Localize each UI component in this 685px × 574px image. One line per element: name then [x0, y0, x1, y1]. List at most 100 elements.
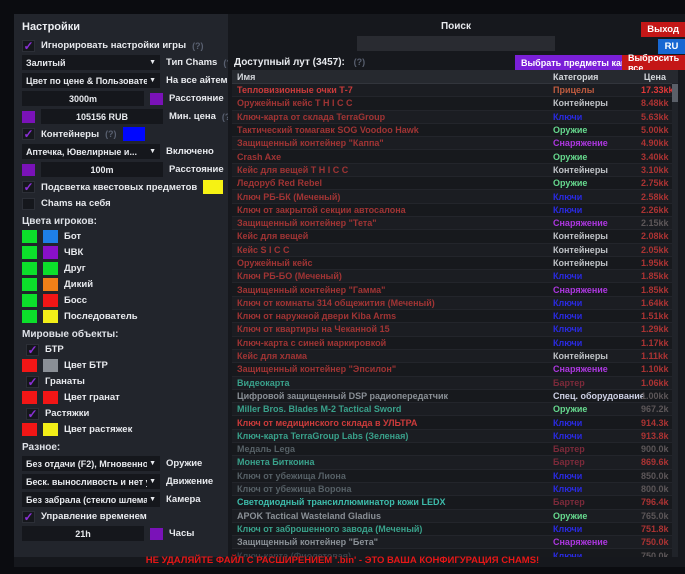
- tripwires-checkbox[interactable]: ✓: [26, 408, 39, 420]
- camera-dropdown[interactable]: Без забрала (стекло шлема) ▼: [22, 492, 160, 507]
- hours-input[interactable]: [22, 526, 144, 541]
- table-row[interactable]: Ключ РБ-БК (Меченый)Ключи2.58kk: [232, 190, 678, 203]
- help-icon[interactable]: (?): [222, 112, 228, 122]
- table-row[interactable]: ВидеокартаБартер1.06kk: [232, 377, 678, 390]
- containers-filter-dropdown[interactable]: Аптечка, Ювелирные и... ▼: [22, 144, 160, 159]
- table-row[interactable]: Кейс S I C CКонтейнеры2.05kk: [232, 244, 678, 257]
- quest-highlight-checkbox[interactable]: ✓: [22, 181, 35, 193]
- containers-distance-input[interactable]: [41, 162, 163, 177]
- player-visible-color-swatch[interactable]: [22, 294, 37, 307]
- drop-all-button[interactable]: Выбросить все: [622, 55, 685, 70]
- player-visible-color-swatch[interactable]: [22, 310, 37, 323]
- table-row[interactable]: Ключ от заброшенного завода (Меченый)Клю…: [232, 523, 678, 536]
- btr-color-swatch-2[interactable]: [43, 359, 58, 372]
- player-type-color-swatch[interactable]: [43, 230, 58, 243]
- chevron-down-icon: ▼: [149, 496, 156, 503]
- grenade-color-swatch-1[interactable]: [22, 391, 37, 404]
- table-row[interactable]: Ключ от комнаты 314 общежития (Меченый)К…: [232, 297, 678, 310]
- quest-color-swatch[interactable]: [203, 180, 223, 194]
- hours-color-swatch[interactable]: [150, 528, 163, 540]
- player-type-color-swatch[interactable]: [43, 262, 58, 275]
- weapon-dropdown[interactable]: Без отдачи (F2), Мгновенное п ▼: [22, 456, 160, 471]
- table-row[interactable]: Тактический томагавк SOG Voodoo HawkОруж…: [232, 124, 678, 137]
- table-row[interactable]: Защищенный контейнер "Тета"Снаряжение2.1…: [232, 217, 678, 230]
- chams-config-window: Настройки ✓ Игнорировать настройки игры …: [0, 0, 685, 574]
- player-visible-color-swatch[interactable]: [22, 278, 37, 291]
- grenades-checkbox[interactable]: ✓: [26, 376, 39, 388]
- help-icon[interactable]: (?): [105, 129, 117, 139]
- containers-color-swatch[interactable]: [123, 127, 145, 141]
- table-row[interactable]: Защищенный контейнер "Эпсилон"Снаряжение…: [232, 363, 678, 376]
- table-row[interactable]: Монета БиткоинаБартер869.6k: [232, 456, 678, 469]
- search-input[interactable]: [357, 36, 555, 51]
- table-row[interactable]: Тепловизионные очки Т-7Прицелы17.33kk: [232, 84, 678, 97]
- help-icon[interactable]: (?): [223, 58, 228, 68]
- exit-button[interactable]: Выход: [641, 22, 685, 37]
- help-icon[interactable]: (?): [192, 41, 204, 51]
- table-row[interactable]: Ключ-карта TerraGroup Labs (Зеленая)Ключ…: [232, 430, 678, 443]
- player-type-color-swatch[interactable]: [43, 278, 58, 291]
- table-row[interactable]: Miller Bros. Blades M-2 Tactical SwordОр…: [232, 403, 678, 416]
- table-row[interactable]: Защищенный контейнер "Бета"Снаряжение750…: [232, 536, 678, 549]
- table-row[interactable]: APOK Tactical Wasteland GladiusОружие765…: [232, 510, 678, 523]
- table-row[interactable]: Ледоруб Red RebelОружие2.75kk: [232, 177, 678, 190]
- table-row[interactable]: Ключ от квартиры на Чеканной 15Ключи1.29…: [232, 323, 678, 336]
- table-row[interactable]: Ключ от убежища ВоронаКлючи800.0k: [232, 483, 678, 496]
- btr-color-swatch-1[interactable]: [22, 359, 37, 372]
- containers-distance-swatch[interactable]: [22, 164, 35, 176]
- time-control-checkbox[interactable]: ✓: [22, 511, 35, 523]
- loot-scrollbar[interactable]: [672, 83, 678, 557]
- table-row[interactable]: Цифровой защищенный DSP радиопередатчикС…: [232, 390, 678, 403]
- item-category: Оружие: [553, 511, 641, 521]
- player-visible-color-swatch[interactable]: [22, 262, 37, 275]
- table-row[interactable]: Защищенный контейнер "Каппа"Снаряжение4.…: [232, 137, 678, 150]
- table-row[interactable]: Оружейный кейсКонтейнеры1.95kk: [232, 257, 678, 270]
- btr-checkbox[interactable]: ✓: [26, 344, 39, 356]
- table-row[interactable]: Светодиодный трансиллюминатор кожи LEDXБ…: [232, 496, 678, 509]
- loot-title: Доступный лут (3457):: [234, 57, 345, 68]
- chams-type-dropdown[interactable]: Залитый ▼: [22, 55, 160, 70]
- movement-dropdown[interactable]: Беск. выносливость и нет уста ▼: [22, 474, 160, 489]
- table-row[interactable]: Crash AxeОружие3.40kk: [232, 150, 678, 163]
- movement-row: Беск. выносливость и нет уста ▼ Движение: [22, 474, 220, 489]
- tripwire-color-swatch-2[interactable]: [43, 423, 58, 436]
- distance-input[interactable]: [22, 91, 144, 106]
- table-row[interactable]: Кейс для хламаКонтейнеры1.11kk: [232, 350, 678, 363]
- player-type-color-swatch[interactable]: [43, 294, 58, 307]
- table-row[interactable]: Ключ-карта с синей маркировкойКлючи1.17k…: [232, 337, 678, 350]
- ignore-game-settings-checkbox[interactable]: ✓: [22, 40, 35, 52]
- table-row[interactable]: Ключ от закрытой секции автосалонаКлючи2…: [232, 204, 678, 217]
- player-visible-color-swatch[interactable]: [22, 230, 37, 243]
- player-type-color-swatch[interactable]: [43, 310, 58, 323]
- loot-scrollbar-thumb[interactable]: [672, 84, 678, 102]
- item-category: Снаряжение: [553, 285, 641, 295]
- self-chams-checkbox[interactable]: [22, 198, 35, 210]
- containers-checkbox[interactable]: ✓: [22, 128, 35, 140]
- table-row[interactable]: Кейс для вещей T H I C CКонтейнеры3.10kk: [232, 164, 678, 177]
- item-category: Ключи: [553, 112, 641, 122]
- table-row[interactable]: Оружейный кейс T H I C CКонтейнеры8.48kk: [232, 97, 678, 110]
- min-price-input[interactable]: [41, 109, 163, 124]
- table-row[interactable]: Ключ РБ-БО (Меченый)Ключи1.85kk: [232, 270, 678, 283]
- player-type-label: Дикий: [64, 279, 93, 290]
- table-row[interactable]: Ключ от медицинского склада в УЛЬТРАКлюч…: [232, 416, 678, 429]
- help-icon[interactable]: (?): [354, 57, 366, 67]
- tripwire-color-swatch-1[interactable]: [22, 423, 37, 436]
- table-row[interactable]: Защищенный контейнер "Гамма"Снаряжение1.…: [232, 283, 678, 296]
- table-row[interactable]: Медаль LegaБартер900.0k: [232, 443, 678, 456]
- column-header-price[interactable]: Цена: [641, 72, 678, 82]
- grenade-color-swatch-2[interactable]: [43, 391, 58, 404]
- player-type-color-swatch[interactable]: [43, 246, 58, 259]
- table-row[interactable]: Ключ от наружной двери Kiba ArmsКлючи1.5…: [232, 310, 678, 323]
- player-visible-color-swatch[interactable]: [22, 246, 37, 259]
- table-row[interactable]: Ключ от убежища ЛионаКлючи850.0k: [232, 470, 678, 483]
- column-header-name[interactable]: Имя: [232, 72, 553, 82]
- column-header-category[interactable]: Категория: [553, 72, 641, 82]
- all-items-dropdown[interactable]: Цвет по цене & Пользователь ▼: [22, 73, 160, 88]
- table-row[interactable]: Ключ-карта от склада TerraGroupКлючи5.63…: [232, 111, 678, 124]
- item-name: Кейс S I C C: [232, 245, 553, 255]
- table-row[interactable]: Кейс для вещейКонтейнеры2.08kk: [232, 230, 678, 243]
- distance-color-swatch[interactable]: [150, 93, 163, 105]
- min-price-color-swatch[interactable]: [22, 111, 35, 123]
- player-colors-list: БотЧВКДругДикийБоссПоследователь: [22, 230, 220, 323]
